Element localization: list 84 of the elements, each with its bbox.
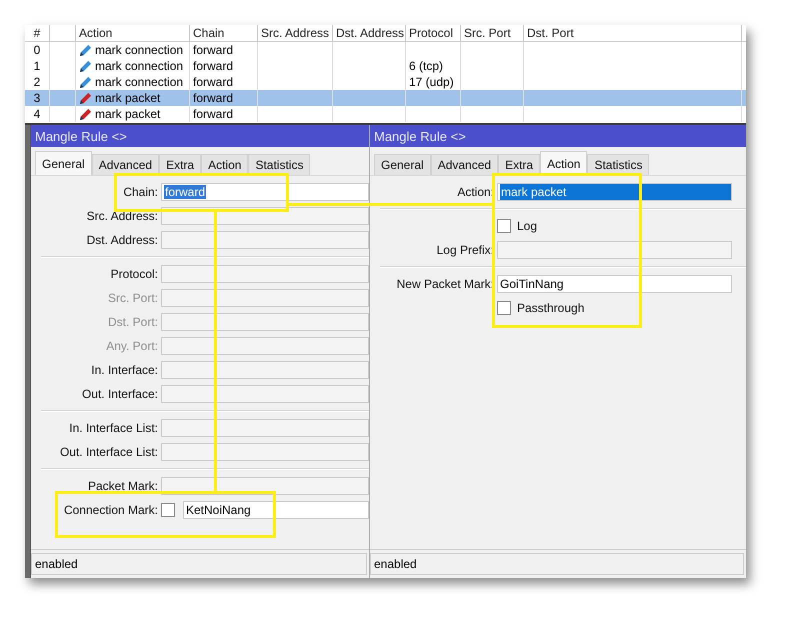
input-field[interactable]	[161, 477, 369, 495]
field-label: Action:	[456, 185, 494, 199]
field-label: Any. Port:	[105, 339, 158, 353]
table-cell: 4	[34, 106, 40, 122]
table-cell: mark packet	[95, 90, 160, 106]
field-label: Out. Interface List:	[58, 445, 158, 459]
field-label: Chain:	[122, 185, 158, 199]
input-field[interactable]: KetNoiNang	[183, 501, 369, 519]
checkbox[interactable]	[497, 219, 511, 233]
pencil-icon	[79, 92, 92, 104]
field-label: New Packet Mark:	[396, 277, 494, 291]
input-field[interactable]: GoiTinNang	[497, 275, 732, 293]
pencil-icon	[79, 60, 92, 72]
checkbox-label: Log	[517, 219, 538, 233]
dialog-title: Mangle Rule <>	[374, 128, 466, 144]
input-field[interactable]	[161, 385, 369, 403]
column-header[interactable]: Src. Port	[461, 25, 524, 41]
table-cell: forward	[193, 58, 234, 74]
input-field[interactable]	[161, 361, 369, 379]
table-row[interactable]: 1 mark connection forward 6 (tcp)	[25, 58, 746, 74]
input-field[interactable]	[161, 289, 369, 307]
table-row[interactable]: 0 mark connection forward	[25, 42, 746, 58]
field-label: Src. Port:	[106, 291, 158, 305]
input-field[interactable]: forward	[161, 183, 369, 201]
column-header[interactable]: Dst. Port	[524, 25, 742, 41]
column-header[interactable]: Dst. Address	[333, 25, 406, 41]
dropdown-field[interactable]: mark packet	[497, 183, 732, 201]
field-label: Connection Mark:	[62, 503, 158, 517]
input-field[interactable]	[161, 313, 369, 331]
tab[interactable]: Action	[540, 151, 588, 175]
field-label: Protocol:	[110, 267, 158, 281]
tab[interactable]: General	[374, 154, 431, 175]
table-cell: forward	[193, 74, 234, 90]
table-cell: forward	[193, 106, 234, 122]
table-cell: mark packet	[95, 106, 160, 122]
input-field[interactable]	[161, 231, 369, 249]
table-cell: 2	[34, 74, 40, 90]
table-cell: 6 (tcp)	[409, 58, 444, 74]
field-label: In. Interface List:	[68, 421, 158, 435]
dialog-title: Mangle Rule <>	[35, 128, 127, 144]
pencil-icon	[79, 76, 92, 88]
field-label: Log Prefix:	[436, 243, 494, 257]
status-field: enabled	[31, 553, 367, 575]
checkbox[interactable]	[161, 503, 175, 517]
tab[interactable]: Action	[201, 154, 248, 175]
tab[interactable]: Advanced	[92, 154, 160, 175]
table-cell: mark connection	[95, 42, 184, 58]
tab[interactable]: General	[35, 151, 92, 175]
table-row[interactable]: 3 mark packet forward	[25, 90, 746, 106]
checkbox-label: Passthrough	[517, 301, 584, 315]
column-header[interactable]: #	[25, 25, 50, 41]
checkbox[interactable]	[497, 301, 511, 315]
input-field[interactable]	[161, 419, 369, 437]
table-cell: 1	[34, 58, 40, 74]
table-cell: forward	[193, 42, 234, 58]
pencil-icon	[79, 44, 92, 56]
field-label: Dst. Address:	[86, 233, 158, 247]
field-label: Out. Interface:	[80, 387, 158, 401]
table-row[interactable]: 4 mark packet forward	[25, 106, 746, 122]
column-header[interactable]: Src. Address	[258, 25, 333, 41]
status-field: enabled	[370, 553, 744, 575]
input-field[interactable]	[161, 337, 369, 355]
table-cell: mark connection	[95, 74, 184, 90]
table-cell: forward	[193, 90, 234, 106]
column-header[interactable]: Protocol	[406, 25, 461, 41]
tab[interactable]: Statistics	[587, 154, 650, 175]
tab[interactable]: Statistics	[248, 154, 310, 175]
column-header[interactable]: Chain	[190, 25, 258, 41]
input-field[interactable]	[161, 443, 369, 461]
table-cell: 17 (udp)	[409, 74, 454, 90]
table-cell: mark connection	[95, 58, 184, 74]
field-label: Dst. Port:	[106, 315, 158, 329]
tab[interactable]: Advanced	[430, 154, 498, 175]
tab[interactable]: Extra	[159, 154, 202, 175]
field-label: Packet Mark:	[86, 479, 158, 493]
field-label: Src. Address:	[86, 209, 158, 223]
input-field[interactable]	[497, 241, 732, 259]
column-header[interactable]: Action	[76, 25, 190, 41]
input-field[interactable]	[161, 265, 369, 283]
tab[interactable]: Extra	[498, 154, 540, 175]
field-label: In. Interface:	[90, 363, 158, 377]
pencil-icon	[79, 108, 92, 120]
table-cell: 3	[34, 90, 40, 106]
table-cell: 0	[34, 42, 40, 58]
